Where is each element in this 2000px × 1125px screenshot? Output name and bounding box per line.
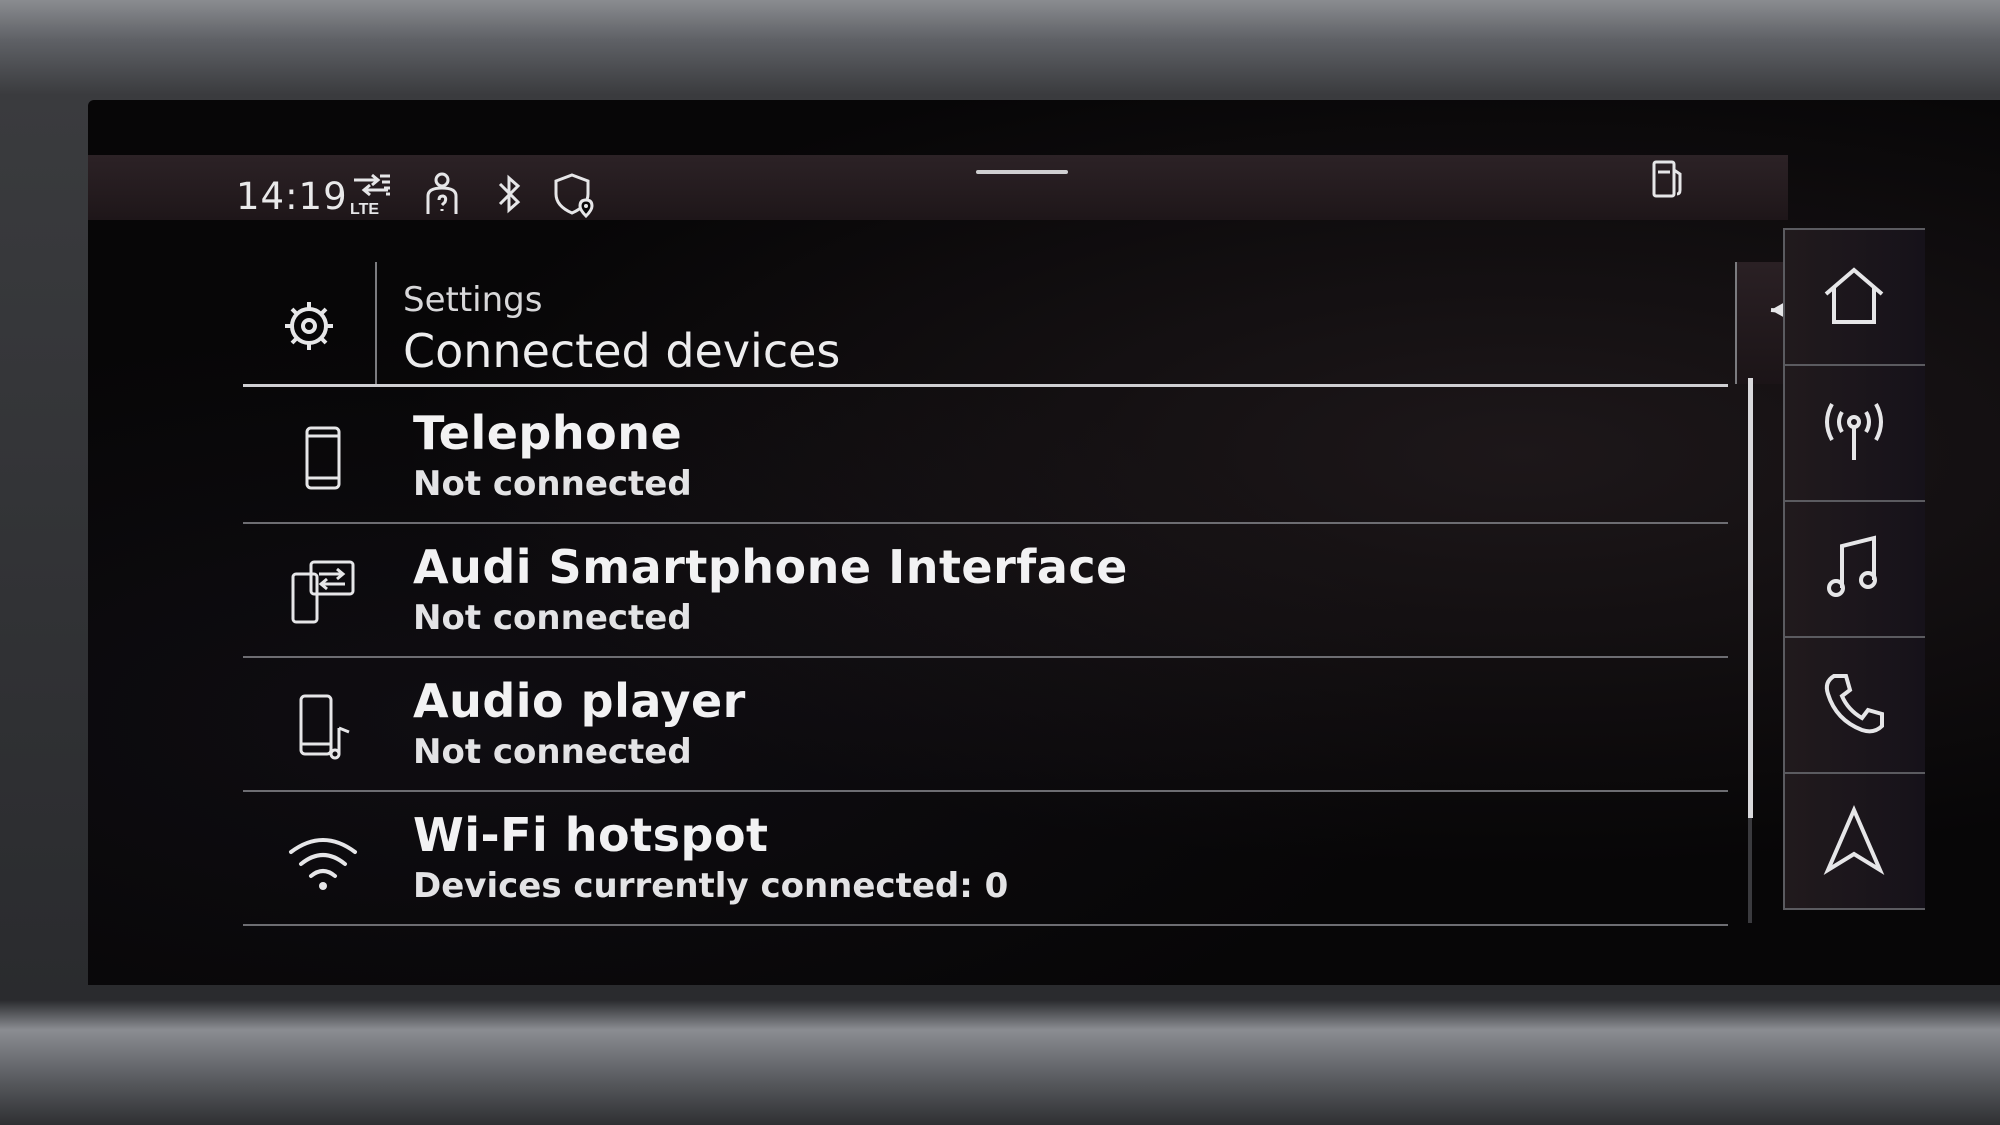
infotainment-screen: 14:19 LTE Settings Connected devices Tel…	[88, 100, 2000, 985]
status-time: 14:19	[236, 175, 348, 218]
device-status: Devices currently connected: 0	[413, 866, 1009, 906]
settings-header: Settings Connected devices	[243, 262, 1877, 387]
lte-signal-icon: LTE	[348, 170, 392, 218]
nav-home-button[interactable]	[1783, 228, 1925, 366]
smartphone-interface-icon	[291, 560, 355, 624]
list-item-audi-smartphone-interface[interactable]: Audi Smartphone Interface Not connected	[243, 526, 1728, 658]
device-title: Wi-Fi hotspot	[413, 808, 769, 862]
phone-icon	[305, 426, 341, 490]
wifi-icon	[289, 838, 357, 890]
audio-player-icon	[299, 694, 350, 760]
nav-navigation-button[interactable]	[1783, 772, 1925, 910]
device-status: Not connected	[413, 598, 692, 638]
nav-radio-button[interactable]	[1783, 364, 1925, 502]
user-profile-icon	[420, 170, 464, 218]
fuel-icon	[1646, 156, 1690, 204]
list-item-wifi-hotspot[interactable]: Wi-Fi hotspot Devices currently connecte…	[243, 794, 1728, 926]
side-navigation	[1783, 228, 1933, 918]
bluetooth-icon	[488, 170, 532, 218]
gear-icon-cell	[243, 262, 377, 384]
list-item-audio-player[interactable]: Audio player Not connected	[243, 660, 1728, 792]
device-status: Not connected	[413, 732, 692, 772]
phone-call-icon	[1824, 674, 1884, 734]
nav-phone-button[interactable]	[1783, 636, 1925, 774]
breadcrumb: Settings	[403, 280, 543, 320]
list-item-telephone[interactable]: Telephone Not connected	[243, 392, 1728, 524]
scrollbar-thumb[interactable]	[1748, 378, 1753, 818]
home-icon	[1824, 267, 1884, 324]
privacy-location-icon	[550, 170, 594, 219]
navigation-icon	[1823, 804, 1885, 876]
device-title: Audio player	[413, 674, 746, 728]
nav-media-button[interactable]	[1783, 500, 1925, 638]
pull-down-handle[interactable]	[976, 170, 1068, 174]
svg-text:LTE: LTE	[350, 201, 379, 218]
device-title: Telephone	[413, 406, 683, 460]
gear-icon	[285, 302, 333, 350]
device-title: Audi Smartphone Interface	[413, 540, 1128, 594]
page-title: Connected devices	[403, 324, 841, 378]
device-status: Not connected	[413, 464, 692, 504]
radio-icon	[1825, 403, 1883, 460]
music-icon	[1827, 535, 1877, 597]
